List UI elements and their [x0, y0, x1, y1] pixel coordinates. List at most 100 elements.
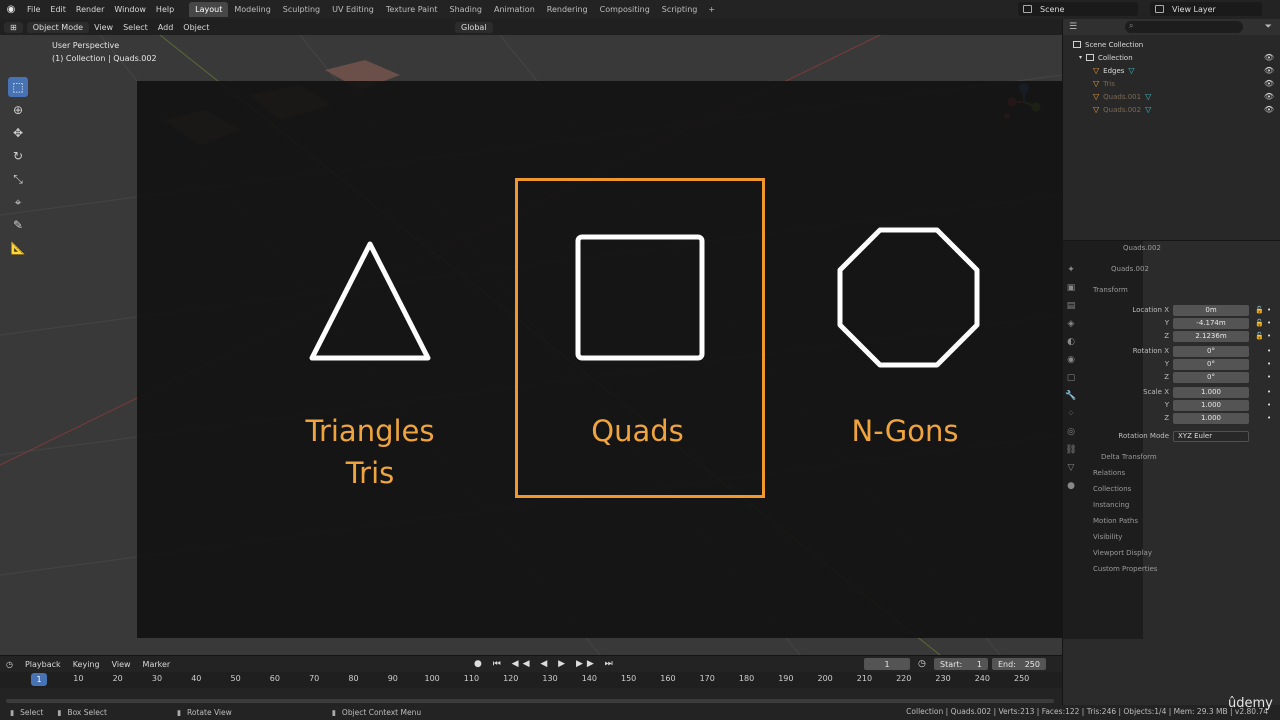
instancing-section[interactable]: Instancing: [1093, 501, 1129, 509]
outliner-editor-icon[interactable]: ☰: [1069, 22, 1077, 32]
keyframe-dot-icon[interactable]: •: [1267, 306, 1271, 314]
transform-section-header[interactable]: Transform: [1093, 286, 1128, 294]
scale-x-label: Scale X: [1143, 388, 1169, 396]
outliner-row-label: Scene Collection: [1085, 40, 1144, 49]
start-frame-field[interactable]: Start: 1: [934, 658, 988, 670]
timeline-tick: 150: [621, 674, 637, 683]
collections-section[interactable]: Collections: [1093, 485, 1131, 493]
render-tab-icon[interactable]: ▣: [1065, 283, 1077, 295]
lock-icon[interactable]: 🔓: [1255, 332, 1264, 340]
playback-controls[interactable]: ● ⏮ ◀◀ ◀ ▶ ▶▶ ⏭: [474, 659, 617, 669]
collection-icon: [1086, 54, 1095, 61]
scene-statistics: Collection | Quads.002 | Verts:213 | Fac…: [906, 707, 1268, 716]
timeline-tick: 180: [738, 674, 755, 683]
eye-icon[interactable]: 👁: [1264, 53, 1274, 62]
rotation-z-field[interactable]: 0°: [1173, 372, 1249, 383]
timeline-tick: 90: [387, 674, 398, 683]
filter-icon[interactable]: ⏷: [1265, 22, 1272, 32]
ngons-label: N-Gons: [851, 414, 959, 448]
tool-tab-icon[interactable]: ✦: [1065, 265, 1077, 277]
location-y-label: Y: [1164, 319, 1169, 327]
end-value: 250: [1024, 659, 1040, 669]
rotation-mode-dropdown[interactable]: XYZ Euler: [1173, 431, 1249, 442]
object-name-field[interactable]: Quads.002: [1111, 265, 1149, 273]
timeline-editor-icon[interactable]: ◷: [0, 660, 19, 669]
keyframe-dot-icon[interactable]: •: [1267, 347, 1271, 355]
timeline-tick: 250: [1014, 674, 1030, 683]
view-layer-tab-icon[interactable]: ◈: [1065, 319, 1077, 331]
mouse-middle-icon: ▮: [57, 708, 62, 717]
modifier-tab-icon[interactable]: 🔧: [1065, 391, 1077, 403]
rotation-y-label: Y: [1164, 360, 1169, 368]
location-y-field[interactable]: -4.174m: [1173, 318, 1249, 329]
outliner-item-edges[interactable]: ▽ Edges ▽ 👁: [1063, 64, 1280, 77]
keyframe-dot-icon[interactable]: •: [1267, 360, 1271, 368]
clock-icon[interactable]: ◷: [918, 659, 926, 669]
outliner-item-quads-001[interactable]: ▽ Quads.001 ▽ 👁: [1063, 90, 1280, 103]
world-tab-icon[interactable]: ◉: [1065, 355, 1077, 367]
rotation-mode-label: Rotation Mode: [1118, 432, 1169, 440]
data-tab-icon[interactable]: ▽: [1065, 463, 1077, 475]
keyframe-dot-icon[interactable]: •: [1267, 319, 1271, 327]
visibility-section[interactable]: Visibility: [1093, 533, 1122, 541]
keyframe-dot-icon[interactable]: •: [1267, 332, 1271, 340]
object-tab-icon[interactable]: ▢: [1065, 373, 1077, 385]
material-tab-icon[interactable]: ●: [1065, 481, 1077, 493]
end-frame-field[interactable]: End: 250: [992, 658, 1046, 670]
timeline-ruler[interactable]: 1 10 20 30 40 50 60 70 80 90 100 110 120 130 140 150 16…: [0, 672, 1062, 688]
object-icon: ▽: [1093, 92, 1100, 101]
timeline-tick: 20: [112, 674, 123, 683]
expand-icon[interactable]: ▾: [1079, 54, 1082, 61]
scale-x-field[interactable]: 1.000: [1173, 387, 1249, 398]
eye-icon[interactable]: 👁: [1264, 105, 1274, 114]
timeline-scrollbar[interactable]: [6, 699, 1054, 703]
menu-timeline-view[interactable]: View: [106, 660, 137, 669]
motion-paths-section[interactable]: Motion Paths: [1093, 517, 1138, 525]
particles-tab-icon[interactable]: ⁘: [1065, 409, 1077, 421]
scale-z-field[interactable]: 1.000: [1173, 413, 1249, 424]
lock-icon[interactable]: 🔓: [1255, 319, 1264, 327]
output-tab-icon[interactable]: ▤: [1065, 301, 1077, 313]
location-z-field[interactable]: 2.1236m: [1173, 331, 1249, 342]
current-frame-field[interactable]: 1: [864, 658, 910, 670]
keyframe-dot-icon[interactable]: •: [1267, 401, 1271, 409]
timeline-tick: 110: [463, 674, 480, 683]
rotation-y-field[interactable]: 0°: [1173, 359, 1249, 370]
location-x-field[interactable]: 0m: [1173, 305, 1249, 316]
menu-playback[interactable]: Playback: [19, 660, 67, 669]
keyframe-dot-icon[interactable]: •: [1267, 388, 1271, 396]
timeline-header: ◷ Playback Keying View Marker ● ⏮ ◀◀ ◀ ▶…: [0, 656, 1062, 672]
mesh-icon: ▽: [1145, 105, 1152, 114]
constraints-tab-icon[interactable]: ⛓: [1065, 445, 1077, 457]
rotation-x-field[interactable]: 0°: [1173, 346, 1249, 357]
eye-icon[interactable]: 👁: [1264, 92, 1274, 101]
blender-window: ◉ File Edit Render Window Help Layout Mo…: [0, 0, 1280, 720]
keyframe-dot-icon[interactable]: •: [1267, 414, 1271, 422]
outliner-header: ☰ ⌕ ⏷: [1063, 19, 1280, 35]
custom-properties-section[interactable]: Custom Properties: [1093, 565, 1157, 573]
mouse-right-icon: ▮: [331, 708, 336, 717]
timeline-tick: 200: [817, 674, 833, 683]
outliner-row-label: Quads.002: [1103, 105, 1142, 114]
relations-section[interactable]: Relations: [1093, 469, 1125, 477]
delta-transform-section[interactable]: Delta Transform: [1101, 453, 1157, 461]
scale-y-field[interactable]: 1.000: [1173, 400, 1249, 411]
eye-icon[interactable]: 👁: [1264, 66, 1274, 75]
outliner-item-quads-002[interactable]: ▽ Quads.002 ▽ 👁: [1063, 103, 1280, 116]
keyframe-dot-icon[interactable]: •: [1267, 373, 1271, 381]
outliner-row-label: Edges: [1103, 66, 1125, 75]
rotation-x-label: Rotation X: [1132, 347, 1169, 355]
outliner-item-tris[interactable]: ▽ Tris 👁: [1063, 77, 1280, 90]
scene-tab-icon[interactable]: ◐: [1065, 337, 1077, 349]
eye-icon[interactable]: 👁: [1264, 79, 1274, 88]
lock-icon[interactable]: 🔓: [1255, 306, 1264, 314]
playhead-frame[interactable]: 1: [31, 673, 47, 686]
menu-keying[interactable]: Keying: [67, 660, 106, 669]
mouse-rotate-icon: ▮: [176, 708, 182, 717]
viewport-display-section[interactable]: Viewport Display: [1093, 549, 1152, 557]
physics-tab-icon[interactable]: ◎: [1065, 427, 1077, 439]
menu-marker[interactable]: Marker: [137, 660, 177, 669]
outliner-collection[interactable]: ▾ Collection 👁: [1063, 51, 1280, 64]
outliner-scene-collection[interactable]: Scene Collection: [1063, 38, 1280, 51]
outliner-search-input[interactable]: ⌕: [1125, 21, 1243, 33]
